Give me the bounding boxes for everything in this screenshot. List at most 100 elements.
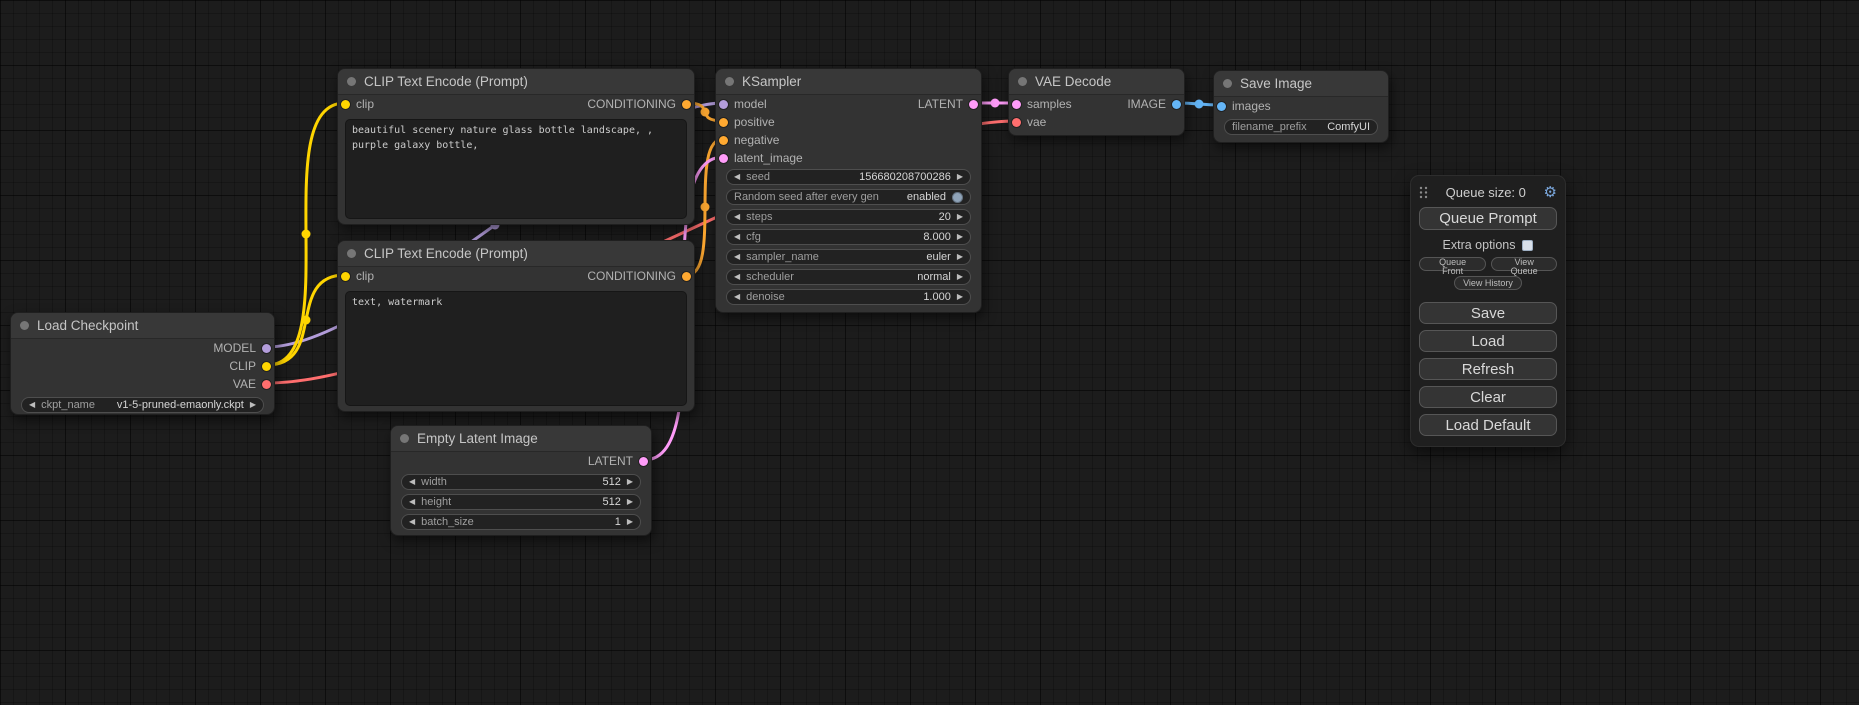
node-title-bar[interactable]: VAE Decode: [1009, 69, 1184, 95]
width-widget[interactable]: ◀ width 512 ▶: [401, 474, 641, 490]
toggle-knob-icon[interactable]: [952, 192, 963, 203]
conditioning-slot-dot[interactable]: [719, 118, 728, 127]
drag-handle-icon[interactable]: [1419, 186, 1428, 199]
increment-arrow-icon[interactable]: ▶: [627, 498, 633, 506]
latent-slot-dot[interactable]: [639, 457, 648, 466]
latent-slot-dot[interactable]: [1012, 100, 1021, 109]
height-widget[interactable]: ◀ height 512 ▶: [401, 494, 641, 510]
vae-slot-dot[interactable]: [1012, 118, 1021, 127]
steps-widget[interactable]: ◀ steps 20 ▶: [726, 209, 971, 225]
conditioning-slot-dot[interactable]: [719, 136, 728, 145]
settings-gear-icon[interactable]: ⚙: [1544, 185, 1557, 200]
cfg-widget[interactable]: ◀ cfg 8.000 ▶: [726, 229, 971, 245]
decrement-arrow-icon[interactable]: ◀: [734, 173, 740, 181]
collapse-toggle-icon[interactable]: [1018, 77, 1027, 86]
collapse-toggle-icon[interactable]: [347, 249, 356, 258]
input-slot-negative[interactable]: negative: [719, 133, 779, 147]
image-slot-dot[interactable]: [1172, 100, 1181, 109]
queue-prompt-button[interactable]: Queue Prompt: [1419, 207, 1557, 230]
collapse-toggle-icon[interactable]: [725, 77, 734, 86]
node-load-checkpoint[interactable]: Load Checkpoint MODEL CLIP VAE ◀ ckpt_na…: [10, 312, 275, 415]
increment-arrow-icon[interactable]: ▶: [957, 253, 963, 261]
node-empty-latent-image[interactable]: Empty Latent Image LATENT ◀ width 512 ▶ …: [390, 425, 652, 536]
node-clip-text-encode-positive[interactable]: CLIP Text Encode (Prompt) clip CONDITION…: [337, 68, 695, 225]
decrement-arrow-icon[interactable]: ◀: [29, 401, 35, 409]
vae-slot-dot[interactable]: [262, 380, 271, 389]
increment-arrow-icon[interactable]: ▶: [957, 233, 963, 241]
increment-arrow-icon[interactable]: ▶: [957, 173, 963, 181]
conditioning-slot-dot[interactable]: [682, 100, 691, 109]
output-slot-conditioning[interactable]: CONDITIONING: [587, 269, 691, 283]
seed-widget[interactable]: ◀ seed 156680208700286 ▶: [726, 169, 971, 185]
decrement-arrow-icon[interactable]: ◀: [734, 253, 740, 261]
node-vae-decode[interactable]: VAE Decode samples IMAGE vae: [1008, 68, 1185, 136]
input-slot-vae[interactable]: vae: [1012, 115, 1046, 129]
input-slot-model[interactable]: model: [719, 97, 767, 111]
ckpt-name-widget[interactable]: ◀ ckpt_name v1-5-pruned-emaonly.ckpt ▶: [21, 397, 264, 413]
collapse-toggle-icon[interactable]: [400, 434, 409, 443]
increment-arrow-icon[interactable]: ▶: [957, 293, 963, 301]
image-slot-dot[interactable]: [1217, 102, 1226, 111]
save-button[interactable]: Save: [1419, 302, 1557, 324]
clip-slot-dot[interactable]: [341, 272, 350, 281]
node-title-bar[interactable]: Save Image: [1214, 71, 1388, 97]
increment-arrow-icon[interactable]: ▶: [627, 478, 633, 486]
clip-slot-dot[interactable]: [262, 362, 271, 371]
node-clip-text-encode-negative[interactable]: CLIP Text Encode (Prompt) clip CONDITION…: [337, 240, 695, 412]
decrement-arrow-icon[interactable]: ◀: [409, 478, 415, 486]
prompt-textarea[interactable]: beautiful scenery nature glass bottle la…: [345, 119, 687, 219]
input-slot-latent-image[interactable]: latent_image: [719, 151, 803, 165]
output-slot-conditioning[interactable]: CONDITIONING: [587, 97, 691, 111]
sampler-name-widget[interactable]: ◀ sampler_name euler ▶: [726, 249, 971, 265]
node-title-bar[interactable]: Empty Latent Image: [391, 426, 651, 452]
view-queue-button[interactable]: View Queue: [1491, 257, 1557, 271]
scheduler-widget[interactable]: ◀ scheduler normal ▶: [726, 269, 971, 285]
node-save-image[interactable]: Save Image images filename_prefix ComfyU…: [1213, 70, 1389, 143]
input-slot-clip[interactable]: clip: [341, 269, 374, 283]
node-ksampler[interactable]: KSampler model LATENT positive negative …: [715, 68, 982, 313]
collapse-toggle-icon[interactable]: [20, 321, 29, 330]
output-slot-image[interactable]: IMAGE: [1127, 97, 1181, 111]
input-slot-images[interactable]: images: [1217, 99, 1271, 113]
decrement-arrow-icon[interactable]: ◀: [734, 293, 740, 301]
increment-arrow-icon[interactable]: ▶: [250, 401, 256, 409]
random-seed-toggle-widget[interactable]: Random seed after every gen enabled: [726, 189, 971, 205]
node-title-bar[interactable]: CLIP Text Encode (Prompt): [338, 69, 694, 95]
batch-size-widget[interactable]: ◀ batch_size 1 ▶: [401, 514, 641, 530]
input-slot-samples[interactable]: samples: [1012, 97, 1072, 111]
output-slot-clip[interactable]: CLIP: [229, 359, 271, 373]
latent-slot-dot[interactable]: [719, 154, 728, 163]
increment-arrow-icon[interactable]: ▶: [957, 273, 963, 281]
load-default-button[interactable]: Load Default: [1419, 414, 1557, 436]
input-slot-clip[interactable]: clip: [341, 97, 374, 111]
denoise-widget[interactable]: ◀ denoise 1.000 ▶: [726, 289, 971, 305]
filename-prefix-widget[interactable]: filename_prefix ComfyUI: [1224, 119, 1378, 135]
node-title-bar[interactable]: KSampler: [716, 69, 981, 95]
output-slot-latent[interactable]: LATENT: [588, 454, 648, 468]
input-slot-positive[interactable]: positive: [719, 115, 775, 129]
output-slot-vae[interactable]: VAE: [233, 377, 271, 391]
queue-front-button[interactable]: Queue Front: [1419, 257, 1486, 271]
increment-arrow-icon[interactable]: ▶: [627, 518, 633, 526]
latent-slot-dot[interactable]: [969, 100, 978, 109]
model-slot-dot[interactable]: [719, 100, 728, 109]
view-history-button[interactable]: View History: [1454, 276, 1522, 290]
collapse-toggle-icon[interactable]: [1223, 79, 1232, 88]
decrement-arrow-icon[interactable]: ◀: [734, 213, 740, 221]
decrement-arrow-icon[interactable]: ◀: [734, 233, 740, 241]
load-button[interactable]: Load: [1419, 330, 1557, 352]
model-slot-dot[interactable]: [262, 344, 271, 353]
decrement-arrow-icon[interactable]: ◀: [409, 518, 415, 526]
collapse-toggle-icon[interactable]: [347, 77, 356, 86]
extra-options-checkbox[interactable]: [1522, 240, 1533, 251]
refresh-button[interactable]: Refresh: [1419, 358, 1557, 380]
clip-slot-dot[interactable]: [341, 100, 350, 109]
output-slot-latent[interactable]: LATENT: [918, 97, 978, 111]
increment-arrow-icon[interactable]: ▶: [957, 213, 963, 221]
clear-button[interactable]: Clear: [1419, 386, 1557, 408]
conditioning-slot-dot[interactable]: [682, 272, 691, 281]
node-title-bar[interactable]: CLIP Text Encode (Prompt): [338, 241, 694, 267]
output-slot-model[interactable]: MODEL: [213, 341, 271, 355]
prompt-textarea[interactable]: text, watermark: [345, 291, 687, 406]
node-title-bar[interactable]: Load Checkpoint: [11, 313, 274, 339]
